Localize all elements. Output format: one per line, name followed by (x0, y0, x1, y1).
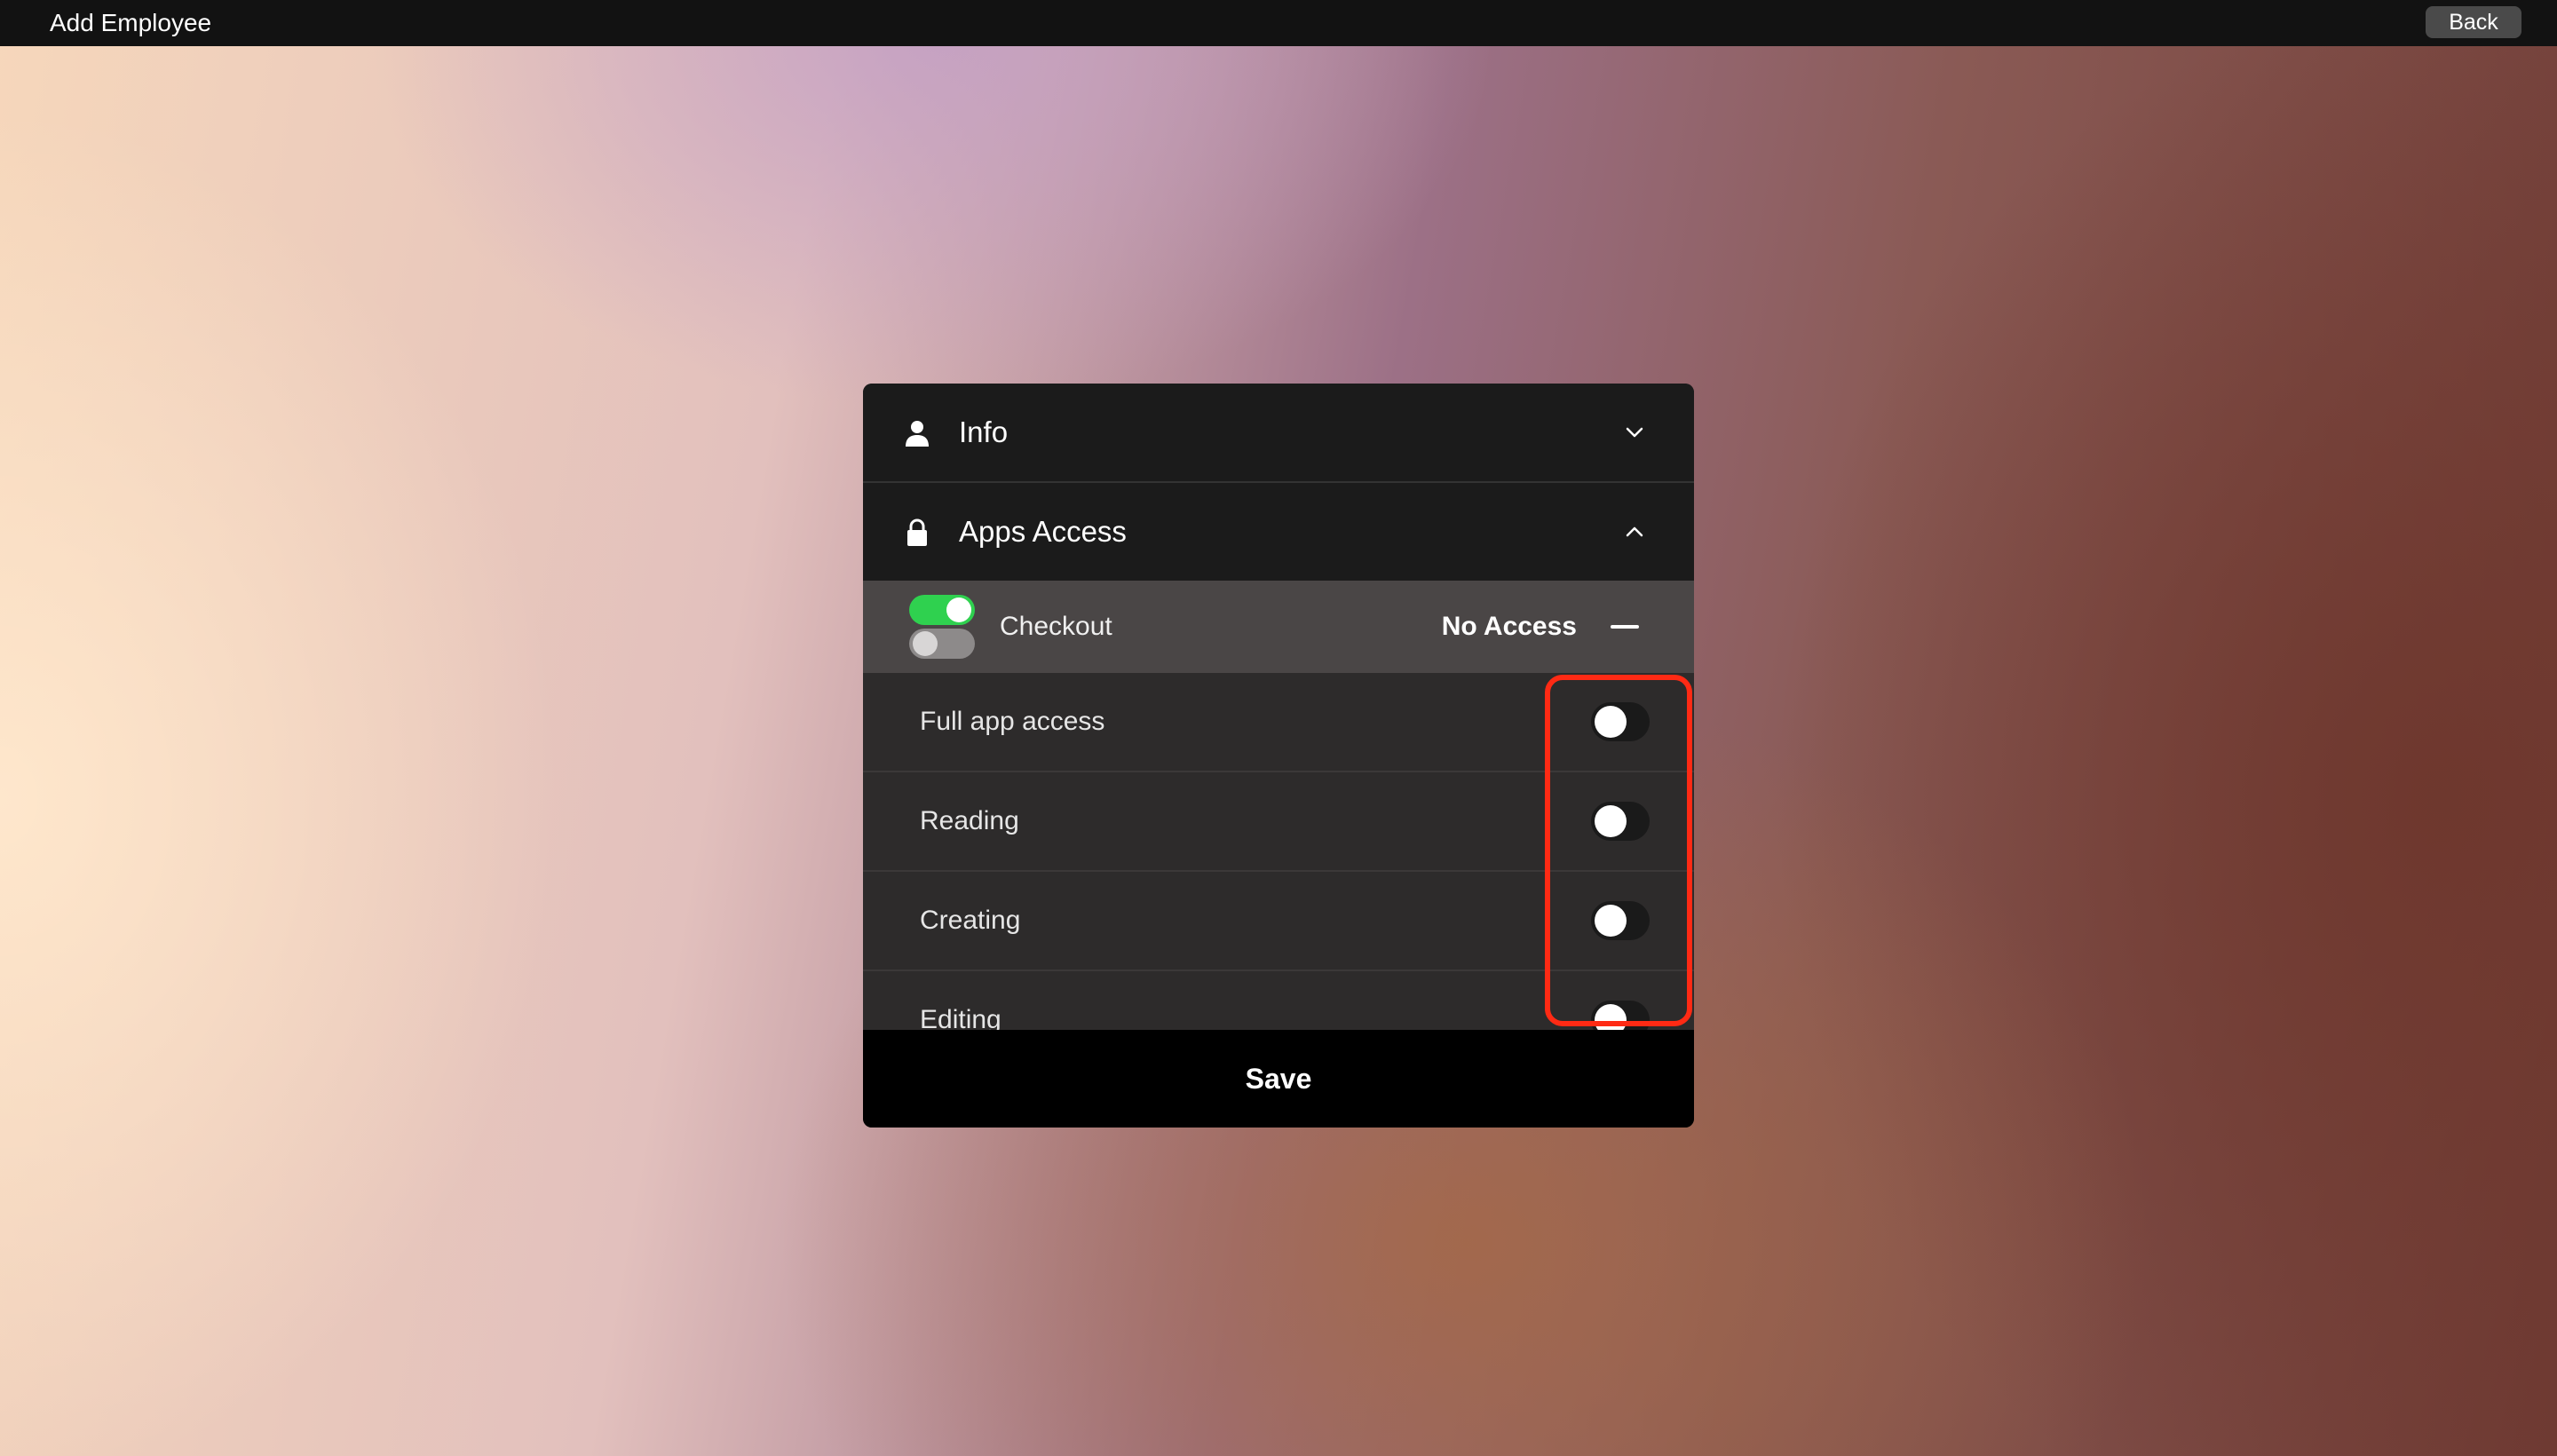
permission-label: Full app access (920, 707, 1105, 736)
info-section-label: Info (959, 415, 1009, 448)
title-bar: Add Employee Back (0, 0, 2557, 46)
permission-row-reading: Reading (863, 772, 1694, 872)
permission-label: Reading (920, 806, 1019, 835)
editing-toggle[interactable] (1591, 1001, 1650, 1030)
apps-access-section-header[interactable]: Apps Access (863, 483, 1694, 581)
minus-icon[interactable] (1611, 625, 1639, 629)
back-button[interactable]: Back (2426, 6, 2521, 38)
permission-row-full-app-access: Full app access (863, 673, 1694, 772)
toggle-knob (1595, 805, 1627, 837)
save-button[interactable]: Save (863, 1030, 1694, 1128)
app-name: Checkout (1000, 612, 1112, 641)
reading-toggle[interactable] (1591, 802, 1650, 841)
toggle-knob (1595, 706, 1627, 738)
apps-access-section-label: Apps Access (959, 515, 1127, 548)
permission-label: Creating (920, 906, 1021, 935)
permission-label: Editing (920, 1005, 1001, 1030)
person-icon (906, 421, 929, 447)
permission-row-editing: Editing (863, 971, 1694, 1030)
full-app-access-toggle[interactable] (1591, 702, 1650, 741)
permission-list[interactable]: Full app access Reading Creating Editing (863, 673, 1694, 1030)
toggle-knob (1595, 905, 1627, 937)
chevron-down-icon (1626, 427, 1643, 438)
permission-row-creating: Creating (863, 872, 1694, 971)
employee-form-panel: Info Apps Access Checkout No Access Full… (863, 384, 1694, 1128)
chevron-up-icon (1626, 526, 1643, 537)
window-title: Add Employee (50, 9, 212, 36)
lock-icon (907, 518, 927, 546)
app-row-checkout[interactable]: Checkout No Access (863, 581, 1694, 673)
access-status-label: No Access (1441, 612, 1577, 641)
toggles-app-icon (909, 595, 975, 659)
info-section-header[interactable]: Info (863, 384, 1694, 483)
toggle-knob (1595, 1004, 1627, 1030)
creating-toggle[interactable] (1591, 901, 1650, 940)
